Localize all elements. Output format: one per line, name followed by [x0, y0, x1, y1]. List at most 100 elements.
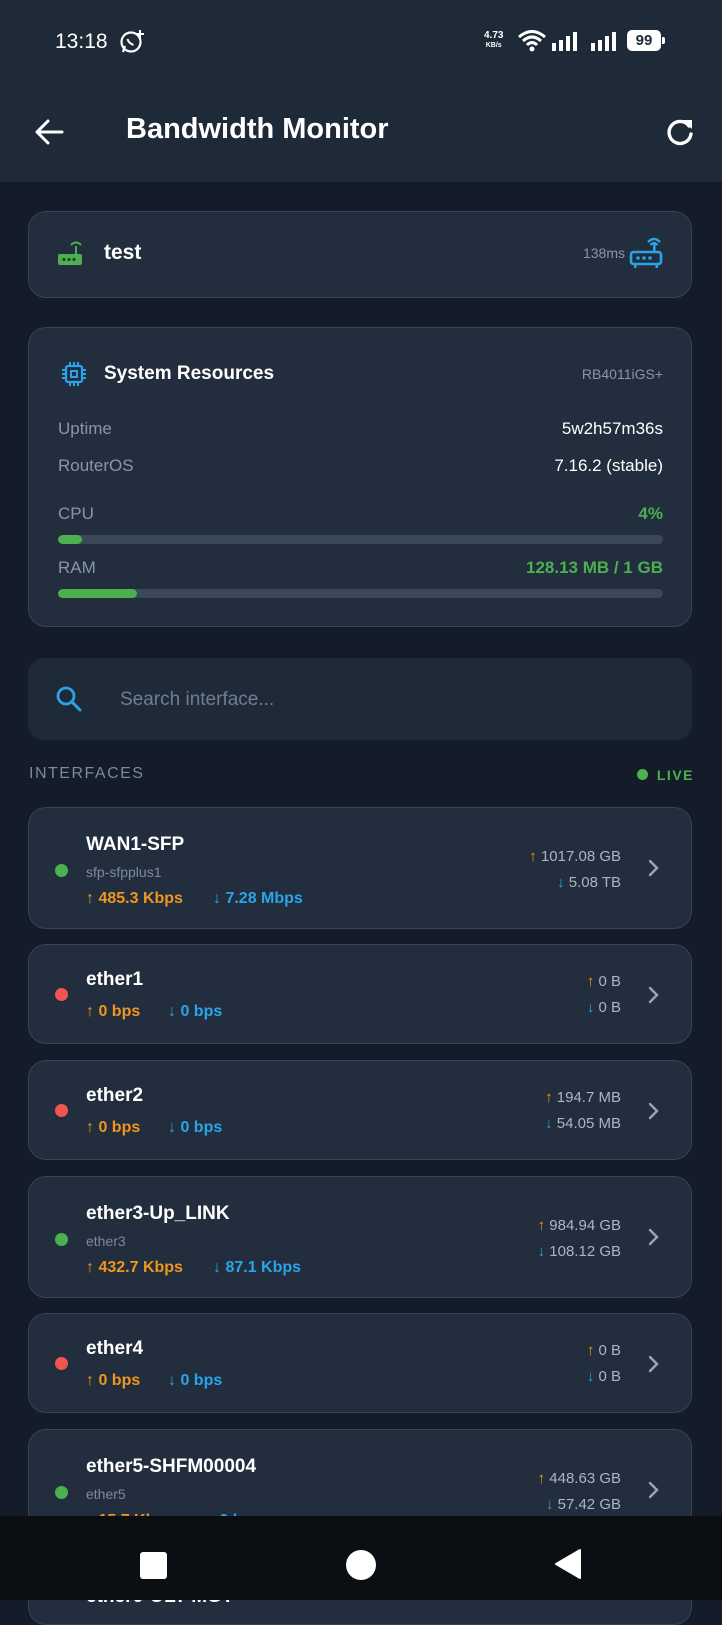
- total-upload-value: 0 B: [598, 1342, 621, 1359]
- interface-name: WAN1-SFP: [86, 834, 185, 855]
- upload-rate-value: 0 bps: [98, 1119, 141, 1136]
- interface-card-ether4[interactable]: ether4 ↑ 0 bps ↓ 0 bps ↑ 0 B ↓ 0 B: [28, 1313, 692, 1413]
- download-arrow-icon: ↓: [168, 1003, 181, 1020]
- status-dot: [55, 1357, 68, 1370]
- download-rate: ↓ 0 bps: [168, 1003, 222, 1021]
- download-rate-value: 7.28 Mbps: [225, 890, 303, 907]
- total-upload: ↑ 194.7 MB: [545, 1089, 621, 1106]
- upload-arrow-icon: ↑: [86, 1259, 99, 1276]
- cpu-label: CPU: [58, 504, 94, 523]
- total-download-value: 57.42 GB: [557, 1496, 621, 1513]
- uptime-label: Uptime: [58, 419, 112, 438]
- upload-arrow-icon: ↑: [586, 973, 599, 990]
- interface-subname: sfp-sfpplus1: [86, 864, 162, 880]
- total-upload-value: 448.63 GB: [549, 1470, 621, 1487]
- download-arrow-icon: ↓: [168, 1372, 181, 1389]
- network-speed: 4.73 KB/s: [484, 31, 503, 51]
- upload-arrow-icon: ↑: [86, 1372, 99, 1389]
- system-back-button[interactable]: [553, 1548, 583, 1585]
- refresh-icon[interactable]: [664, 117, 696, 149]
- system-resources-title: System Resources: [104, 363, 275, 384]
- chevron-right-icon: [647, 1227, 661, 1247]
- upload-rate: ↑ 0 bps: [86, 1372, 140, 1390]
- download-arrow-icon: ↓: [545, 1496, 558, 1513]
- download-arrow-icon: ↓: [557, 874, 569, 891]
- interface-name: ether3-Up_LINK: [86, 1203, 230, 1224]
- interface-name: ether5-SHFM00004: [86, 1456, 257, 1477]
- ram-value: 128.13 MB / 1 GB: [525, 558, 663, 577]
- interface-card-wan1-sfp[interactable]: WAN1-SFP sfp-sfpplus1 ↑ 485.3 Kbps ↓ 7.2…: [28, 807, 692, 929]
- download-rate-value: 87.1 Kbps: [225, 1259, 302, 1276]
- total-download: ↓ 57.42 GB: [546, 1496, 621, 1513]
- status-dot: [55, 864, 68, 877]
- search-icon[interactable]: [55, 685, 83, 718]
- cpu-progress-bar: [58, 535, 663, 544]
- interface-card-ether1[interactable]: ether1 ↑ 0 bps ↓ 0 bps ↑ 0 B ↓ 0 B: [28, 944, 692, 1044]
- download-arrow-icon: ↓: [586, 1368, 599, 1385]
- total-download: ↓ 0 B: [587, 1368, 621, 1385]
- signal-strength-icon-2: [591, 31, 621, 56]
- router-model: RB4011iGS+: [581, 366, 663, 382]
- download-rate-value: 0 bps: [180, 1119, 223, 1136]
- upload-arrow-icon: ↑: [86, 890, 99, 907]
- uptime-value: 5w2h57m36s: [561, 419, 663, 438]
- total-upload: ↑ 984.94 GB: [538, 1217, 621, 1234]
- download-rate: ↓ 7.28 Mbps: [213, 890, 303, 908]
- download-arrow-icon: ↓: [213, 1259, 226, 1276]
- upload-arrow-icon: ↑: [586, 1342, 599, 1359]
- live-dot: [636, 769, 648, 780]
- download-rate: ↓ 87.1 Kbps: [213, 1259, 301, 1277]
- routeros-label: RouterOS: [58, 456, 134, 475]
- home-button[interactable]: [346, 1550, 376, 1580]
- ram-progress-fill: [58, 589, 137, 598]
- download-rate: ↓ 0 bps: [168, 1372, 222, 1390]
- total-download: ↓ 5.08 TB: [557, 874, 621, 891]
- network-speed-value: 4.73: [484, 30, 504, 41]
- search-input[interactable]: [118, 674, 662, 726]
- recent-apps-button[interactable]: [140, 1552, 167, 1579]
- upload-rate: ↑ 0 bps: [86, 1003, 140, 1021]
- upload-rate-value: 0 bps: [98, 1372, 141, 1389]
- upload-arrow-icon: ↑: [545, 1089, 557, 1106]
- upload-arrow-icon: ↑: [529, 848, 541, 865]
- total-download-value: 0 B: [598, 999, 621, 1016]
- router-card[interactable]: test 138ms: [28, 211, 692, 298]
- interface-card-ether2[interactable]: ether2 ↑ 0 bps ↓ 0 bps ↑ 194.7 MB ↓ 54.0…: [28, 1060, 692, 1160]
- live-label: LIVE: [656, 767, 694, 783]
- routeros-value: 7.16.2 (stable): [554, 456, 663, 475]
- status-dot: [55, 1233, 68, 1246]
- interface-name: ether4: [86, 1338, 144, 1359]
- download-rate-value: 0 bps: [180, 1372, 223, 1389]
- router-status-icon: [629, 236, 663, 275]
- total-upload: ↑ 1017.08 GB: [529, 848, 621, 865]
- page-title: Bandwidth Monitor: [126, 113, 389, 145]
- upload-rate: ↑ 432.7 Kbps: [86, 1259, 183, 1277]
- cpu-chip-icon: [61, 361, 87, 392]
- interface-subname: ether5: [86, 1486, 126, 1502]
- ram-label: RAM: [58, 558, 96, 577]
- upload-rate-value: 432.7 Kbps: [98, 1259, 183, 1276]
- upload-rate-value: 0 bps: [98, 1003, 141, 1020]
- upload-arrow-icon: ↑: [86, 1119, 99, 1136]
- top-bar: 13:18 4.73 KB/s 99 Bandwidth Monitor: [0, 0, 722, 182]
- router-name: test: [104, 241, 142, 264]
- total-download: ↓ 108.12 GB: [538, 1243, 621, 1260]
- interface-name: ether2: [86, 1085, 144, 1106]
- interface-card-ether3-up-link[interactable]: ether3-Up_LINK ether3 ↑ 432.7 Kbps ↓ 87.…: [28, 1176, 692, 1298]
- ram-progress-bar: [58, 589, 663, 598]
- upload-arrow-icon: ↑: [86, 1003, 99, 1020]
- download-rate: ↓ 0 bps: [168, 1119, 222, 1137]
- status-dot: [55, 1486, 68, 1499]
- search-bar: [28, 658, 692, 740]
- download-arrow-icon: ↓: [537, 1243, 550, 1260]
- cpu-progress-fill: [58, 535, 83, 544]
- total-download: ↓ 54.05 MB: [545, 1115, 621, 1132]
- system-resources-card: System Resources RB4011iGS+ Uptime 5w2h5…: [28, 327, 692, 627]
- wifi-icon: [518, 30, 546, 57]
- total-download-value: 5.08 TB: [568, 874, 621, 891]
- back-arrow-icon[interactable]: [33, 116, 65, 148]
- upload-arrow-icon: ↑: [537, 1470, 550, 1487]
- cpu-value: 4%: [638, 504, 663, 523]
- chevron-right-icon: [647, 858, 661, 878]
- upload-arrow-icon: ↑: [537, 1217, 550, 1234]
